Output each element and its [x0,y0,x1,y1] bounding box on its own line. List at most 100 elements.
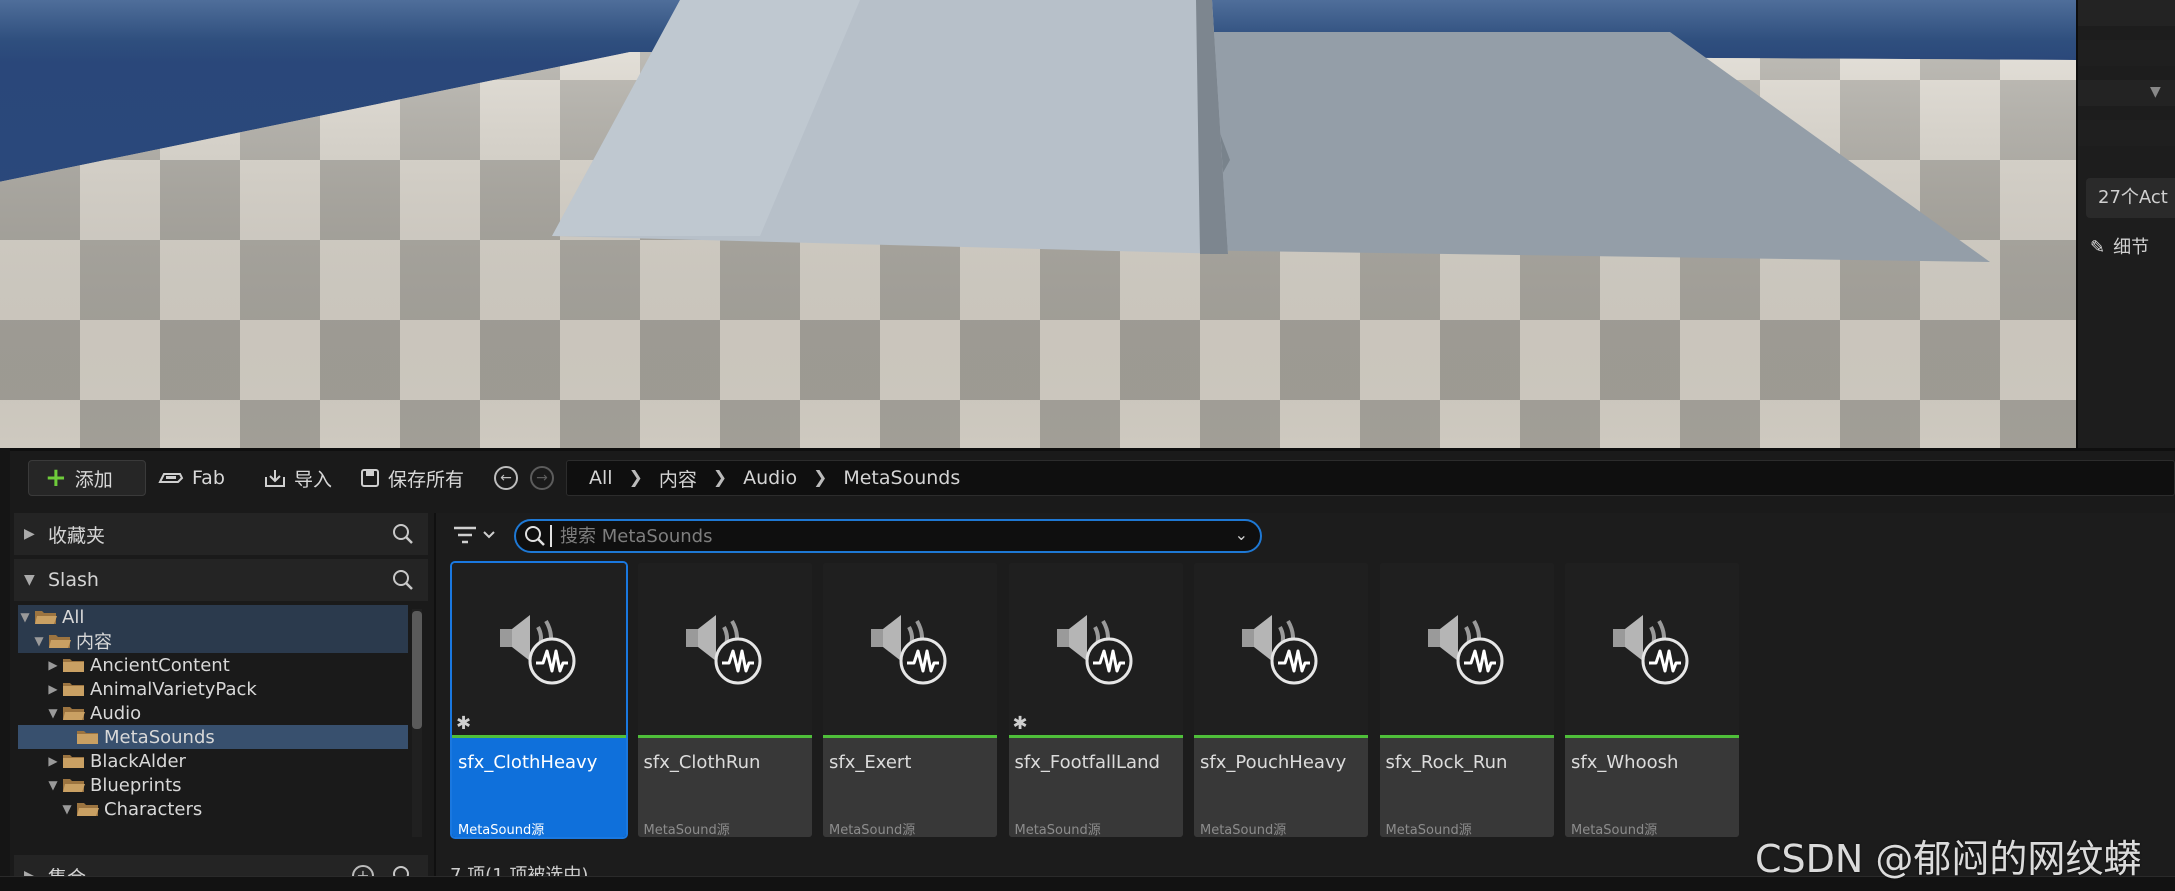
tree-item-label: AnimalVarietyPack [90,678,257,700]
asset-label-area: sfx_Whoosh MetaSound源 [1565,738,1739,837]
asset-type: MetaSound源 [1014,823,1101,837]
chevron-right-icon[interactable]: ❯ [713,468,727,488]
asset-thumbnail: ✱ [1008,563,1183,735]
metasound-icon [871,615,947,685]
expand-right-icon[interactable]: ▶ [24,526,38,542]
outliner-row[interactable] [2078,120,2175,146]
asset-tile[interactable]: ✱ sfx_ClothHeavy MetaSound源 [450,561,628,839]
asset-thumbnail [637,563,812,735]
tree-item-label: BlackAlder [90,750,186,772]
chevron-right-icon[interactable]: ❯ [629,468,643,488]
expand-down-icon[interactable]: ▼ [46,778,60,792]
fab-icon [158,473,184,483]
breadcrumb-item[interactable]: Audio [743,467,797,489]
sources-panel: ▶ 收藏夹 ▼ Slash ▼ All ▼ 内容 ▶ AncientContent ▶ Ani… [10,513,430,891]
search-icon[interactable] [392,523,414,545]
filter-dropdown[interactable] [452,523,502,547]
tree-item[interactable]: ▶ AnimalVarietyPack [18,677,408,701]
unreal-editor: 27个Act ✎ 细节 ▼ + 添加 Fab 导入 保存所有 ← → All ❯ 内… [0,0,2175,891]
folder-expand-icon[interactable]: ▼ [2150,84,2161,100]
expand-down-icon[interactable]: ▼ [60,802,74,816]
asset-type: MetaSound源 [1200,823,1287,837]
folder-icon [63,683,84,696]
metasound-icon [500,615,576,685]
favorites-header[interactable]: ▶ 收藏夹 [14,513,428,555]
asset-name: sfx_ClothRun [643,752,761,773]
expand-down-icon[interactable]: ▼ [46,706,60,720]
asset-search-box[interactable]: ⌄ [514,519,1262,553]
back-arrow-icon[interactable]: ← [494,466,518,490]
tree-item[interactable]: ▼ Audio [18,701,408,725]
chevron-down-icon[interactable]: ⌄ [1235,525,1248,544]
fab-button[interactable]: Fab [158,460,225,496]
search-icon [525,526,545,546]
expand-down-icon[interactable]: ▼ [24,572,38,588]
content-browser: + 添加 Fab 导入 保存所有 ← → All ❯ 内容 ❯ Audio ❯ M… [10,448,2175,891]
tree-scrollbar-thumb[interactable] [412,611,422,729]
plus-icon: + [45,463,67,493]
asset-thumbnail [823,563,997,735]
metasound-icon [1056,615,1132,685]
breadcrumb-item[interactable]: All [589,467,613,489]
folder-open-icon [63,779,85,792]
asset-tile[interactable]: ✱ sfx_FootfallLand MetaSound源 [1008,563,1183,837]
expand-right-icon[interactable]: ▶ [46,658,60,672]
checker-floor [0,0,2076,448]
expand-down-icon[interactable]: ▼ [18,610,32,624]
project-header[interactable]: ▼ Slash [14,559,428,601]
asset-tile[interactable]: sfx_PouchHeavy MetaSound源 [1194,563,1368,837]
project-label: Slash [48,569,99,591]
breadcrumb-item[interactable]: MetaSounds [843,467,960,489]
folder-tree: ▼ All ▼ 内容 ▶ AncientContent ▶ AnimalVarietyPack… [18,605,408,837]
details-tab[interactable]: ✎ 细节 [2086,228,2175,268]
asset-tile[interactable]: sfx_Rock_Run MetaSound源 [1379,563,1554,837]
metasound-icon [685,615,761,685]
add-button[interactable]: + 添加 [28,460,146,496]
tree-item[interactable]: ▼ Characters [18,797,408,821]
asset-thumbnail [1379,563,1554,735]
asset-name: sfx_Rock_Run [1385,752,1508,773]
tree-item-label: Audio [90,702,142,724]
tree-item[interactable]: ▼ All [18,605,408,629]
expand-right-icon[interactable]: ▶ [46,754,60,768]
unsaved-asterisk-icon: ✱ [456,713,472,734]
asset-label-area: sfx_FootfallLand MetaSound源 [1008,738,1183,837]
outliner-row[interactable] [2078,40,2175,66]
filter-icon [454,526,495,544]
expand-right-icon[interactable]: ▶ [46,682,60,696]
breadcrumb: All ❯ 内容 ❯ Audio ❯ MetaSounds [566,460,2175,496]
unsaved-asterisk-icon: ✱ [1012,713,1028,734]
asset-label-area: sfx_ClothHeavy MetaSound源 [452,738,626,837]
asset-name: sfx_FootfallLand [1014,752,1160,773]
folder-icon [63,659,84,672]
save-icon [361,469,379,487]
tree-item[interactable]: ▼ Blueprints [18,773,408,797]
asset-name: sfx_PouchHeavy [1200,752,1347,773]
asset-label-area: sfx_PouchHeavy MetaSound源 [1194,738,1368,837]
expand-down-icon[interactable]: ▼ [32,634,46,648]
folder-open-icon [77,803,99,816]
level-viewport[interactable] [0,0,2076,448]
import-button[interactable]: 导入 [264,460,332,496]
forward-arrow-icon[interactable]: → [530,466,554,490]
asset-tile[interactable]: sfx_ClothRun MetaSound源 [637,563,812,837]
tree-item[interactable]: ▼ 内容 [18,629,408,653]
breadcrumb-item[interactable]: 内容 [659,465,697,492]
tree-item[interactable]: MetaSounds [18,725,408,749]
tree-item[interactable]: ▶ BlackAlder [18,749,408,773]
add-label: 添加 [74,468,113,491]
tree-item-label: All [62,606,85,628]
outliner-row[interactable] [2078,0,2175,26]
metasound-icon [1613,615,1689,685]
favorites-label: 收藏夹 [48,524,106,547]
search-input[interactable] [560,525,1180,547]
tree-item[interactable]: ▶ AncientContent [18,653,408,677]
chevron-right-icon[interactable]: ❯ [813,468,827,488]
text-caret [550,525,552,547]
tree-item-label: MetaSounds [104,726,215,748]
asset-tile[interactable]: sfx_Exert MetaSound源 [823,563,997,837]
save-all-button[interactable]: 保存所有 [360,460,464,496]
folder-open-icon [63,707,85,720]
asset-tile[interactable]: sfx_Whoosh MetaSound源 [1565,563,1739,837]
search-icon[interactable] [392,569,414,591]
